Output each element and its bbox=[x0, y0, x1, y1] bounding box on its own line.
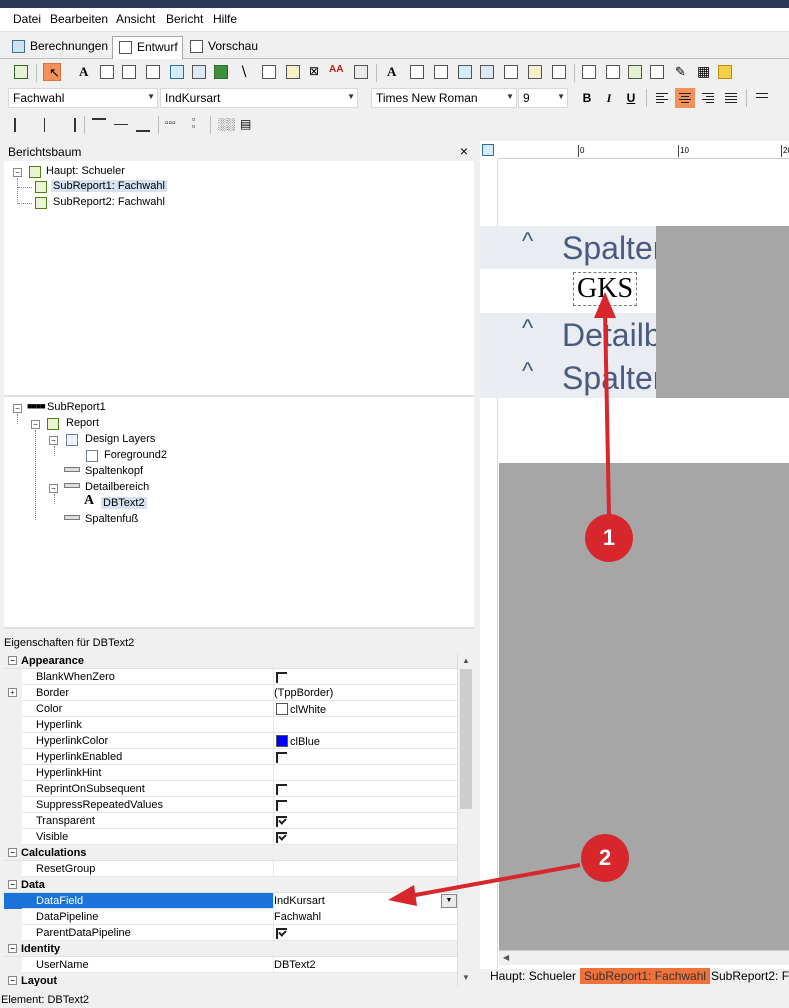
callout-arrowhead-2 bbox=[388, 885, 417, 906]
callout-arrow-2 bbox=[409, 863, 581, 898]
callout-badge-1: 1 bbox=[585, 514, 633, 562]
annotation-overlay bbox=[388, 292, 616, 906]
callout-arrow-1 bbox=[603, 309, 611, 516]
callout-arrowhead-1 bbox=[594, 292, 616, 318]
callout-badge-2: 2 bbox=[581, 834, 629, 882]
